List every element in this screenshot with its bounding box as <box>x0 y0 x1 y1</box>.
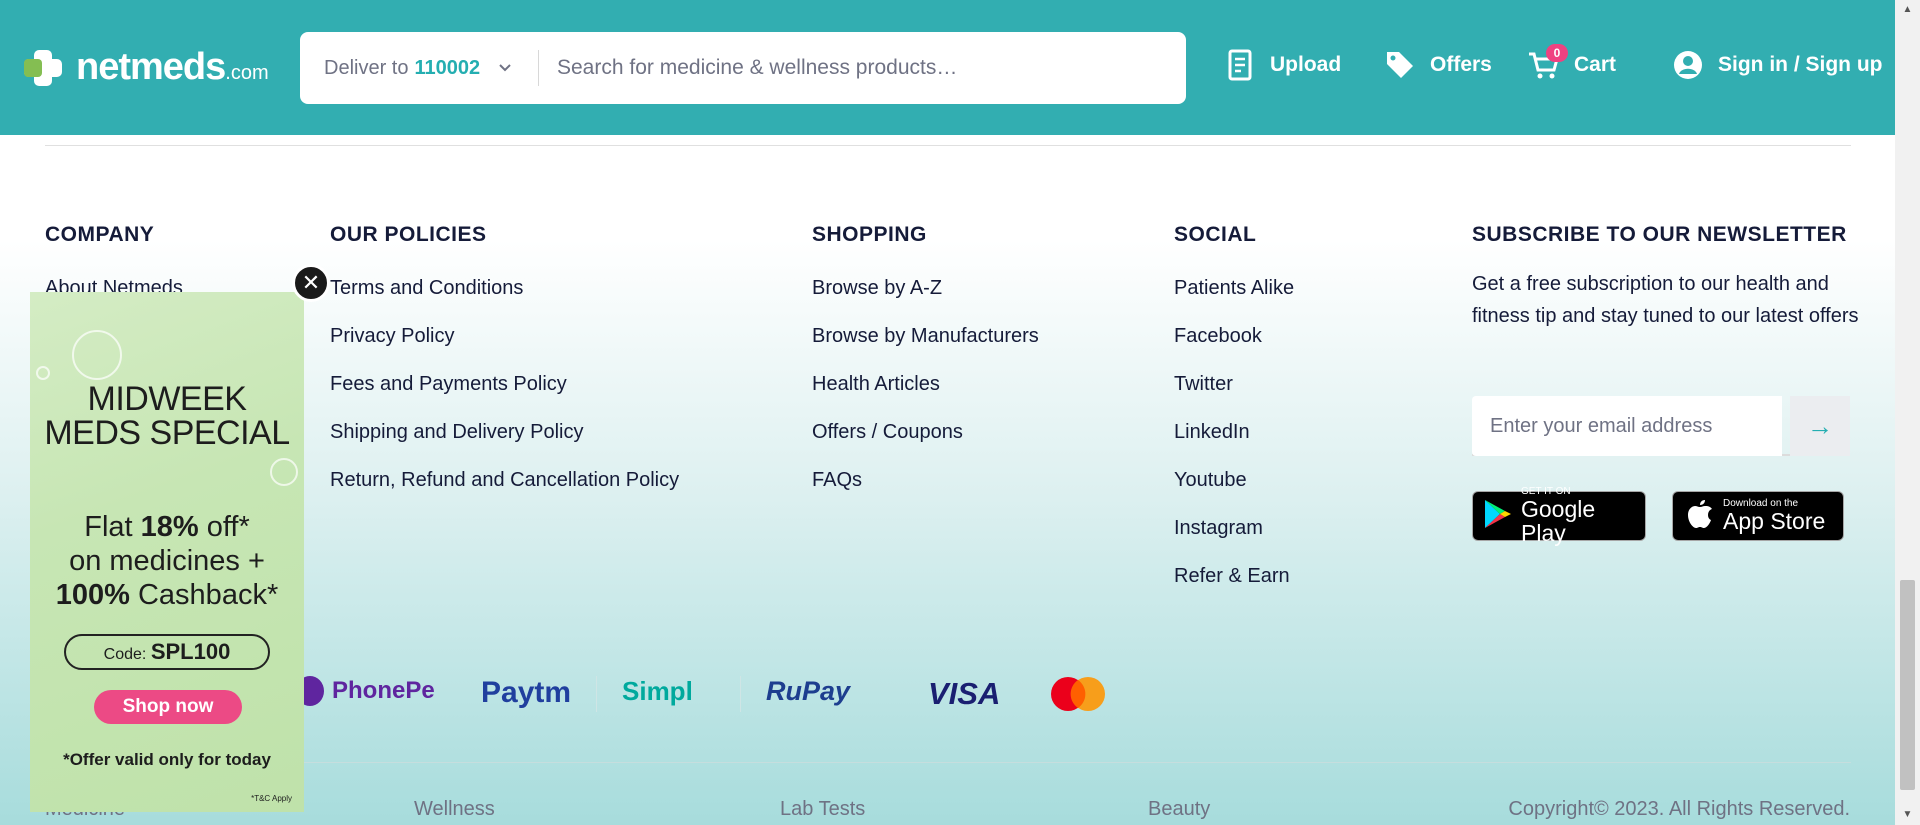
shop-now-button[interactable]: Shop now <box>94 690 242 724</box>
upload-label: Upload <box>1270 53 1342 76</box>
copyright-text: Copyright© 2023. All Rights Reserved. <box>1508 798 1850 820</box>
newsletter-submit-arrow-icon[interactable]: → <box>1790 396 1850 456</box>
chevron-down-icon <box>498 60 512 76</box>
offers-label: Offers <box>1430 53 1492 76</box>
simpl-logo: Simpl <box>622 676 693 706</box>
mastercard-logo <box>1048 675 1108 720</box>
company-heading: COMPANY <box>45 223 155 246</box>
footer-top-divider <box>45 145 1851 146</box>
rupay-logo: RuPay <box>766 676 851 706</box>
search-bar: Deliver to 110002 <box>300 32 1186 104</box>
newsletter-form: → <box>1472 396 1850 456</box>
social-heading: SOCIAL <box>1174 223 1257 246</box>
deliver-label: Deliver to <box>324 56 409 79</box>
cart-button[interactable]: 0 Cart <box>1528 44 1617 82</box>
footer-link-terms[interactable]: Terms and Conditions <box>330 277 523 300</box>
newsletter-description: Get a free subscription to our health an… <box>1472 273 1859 327</box>
scroll-up-arrow-icon[interactable]: ▲ <box>1895 0 1920 20</box>
site-header: netmeds.com Deliver to 110002 Upload <box>0 0 1895 135</box>
decorative-bubble <box>270 458 298 486</box>
scroll-down-arrow-icon[interactable]: ▼ <box>1895 805 1920 825</box>
promo-offer-text: Flat 18% off* on medicines + 100% Cashba… <box>55 511 279 611</box>
logo-text: netmeds.com <box>76 46 269 88</box>
google-play-badge[interactable]: GET IT ON Google Play <box>1472 487 1646 545</box>
footer-link-facebook[interactable]: Facebook <box>1174 325 1262 348</box>
pincode: 110002 <box>414 56 481 79</box>
app-store-big-text: App Store <box>1723 508 1826 534</box>
deliver-to-selector[interactable]: Deliver to 110002 <box>300 32 538 104</box>
footer-link-health-articles[interactable]: Health Articles <box>812 373 940 396</box>
footer-link-faqs[interactable]: FAQs <box>812 469 862 492</box>
shopping-heading: SHOPPING <box>812 223 927 246</box>
footer-link-refund[interactable]: Return, Refund and Cancellation Policy <box>330 469 679 492</box>
cart-icon: 0 <box>1528 44 1568 82</box>
google-play-icon <box>1483 498 1513 535</box>
user-avatar-icon <box>1672 48 1704 82</box>
prescription-upload-icon <box>1224 48 1256 82</box>
newsletter-heading: SUBSCRIBE TO OUR NEWSLETTER <box>1472 223 1847 246</box>
footer-link-privacy[interactable]: Privacy Policy <box>330 325 454 348</box>
footer-link-manufacturers[interactable]: Browse by Manufacturers <box>812 325 1039 348</box>
apple-icon <box>1687 499 1713 534</box>
footer-link-refer-earn[interactable]: Refer & Earn <box>1174 565 1290 588</box>
promo-popup[interactable]: MIDWEEK MEDS SPECIAL Flat 18% off* on me… <box>30 292 304 812</box>
promo-validity-text: *Offer valid only for today <box>63 750 271 769</box>
footer-link-patients-alike[interactable]: Patients Alike <box>1174 277 1294 300</box>
footer-link-linkedin[interactable]: LinkedIn <box>1174 421 1250 444</box>
cart-count-badge: 0 <box>1546 44 1568 62</box>
page-scrollbar[interactable]: ▲ ▼ <box>1895 0 1920 825</box>
footer-link-shipping[interactable]: Shipping and Delivery Policy <box>330 421 583 444</box>
decorative-bubble <box>36 366 50 380</box>
plus-cross-icon <box>18 48 68 88</box>
policies-heading: OUR POLICIES <box>330 223 487 246</box>
bottom-link-wellness[interactable]: Wellness <box>414 798 495 821</box>
footer-link-browse-az[interactable]: Browse by A-Z <box>812 277 942 300</box>
phonepe-logo: PhonePe <box>296 676 435 706</box>
footer-link-offers[interactable]: Offers / Coupons <box>812 421 963 444</box>
paytm-logo: Paytm <box>481 676 572 709</box>
newsletter-email-input[interactable] <box>1472 396 1782 456</box>
search-input[interactable] <box>539 32 1186 104</box>
bottom-link-beauty[interactable]: Beauty <box>1148 798 1210 821</box>
tag-icon <box>1384 48 1416 82</box>
signin-label: Sign in / Sign up <box>1718 53 1883 76</box>
close-icon[interactable]: ✕ <box>292 264 330 302</box>
scrollbar-thumb[interactable] <box>1900 580 1915 790</box>
app-store-badge[interactable]: Download on the App Store <box>1672 491 1844 541</box>
cart-label: Cart <box>1574 53 1617 76</box>
promo-code-value: SPL100 <box>150 639 231 664</box>
decorative-bubble <box>72 330 122 380</box>
payment-divider <box>740 676 741 712</box>
promo-code-pill: Code: SPL100 <box>64 634 270 670</box>
signin-button[interactable]: Sign in / Sign up <box>1672 48 1882 82</box>
footer-link-instagram[interactable]: Instagram <box>1174 517 1263 540</box>
google-play-big-text: Google Play <box>1521 496 1596 546</box>
phonepe-label: PhonePe <box>332 677 435 704</box>
offers-button[interactable]: Offers <box>1384 48 1492 82</box>
payment-divider <box>596 676 597 712</box>
promo-title: MIDWEEK MEDS SPECIAL <box>44 380 290 452</box>
upload-button[interactable]: Upload <box>1224 48 1341 82</box>
footer-link-youtube[interactable]: Youtube <box>1174 469 1247 492</box>
netmeds-logo[interactable]: netmeds.com <box>18 46 269 89</box>
footer-link-fees[interactable]: Fees and Payments Policy <box>330 373 567 396</box>
visa-logo: VISA <box>928 676 1001 711</box>
bottom-link-lab-tests[interactable]: Lab Tests <box>780 798 865 821</box>
footer-link-twitter[interactable]: Twitter <box>1174 373 1233 396</box>
footer-bottom-divider <box>45 762 1851 763</box>
promo-tc-text: *T&C Apply <box>251 794 292 803</box>
